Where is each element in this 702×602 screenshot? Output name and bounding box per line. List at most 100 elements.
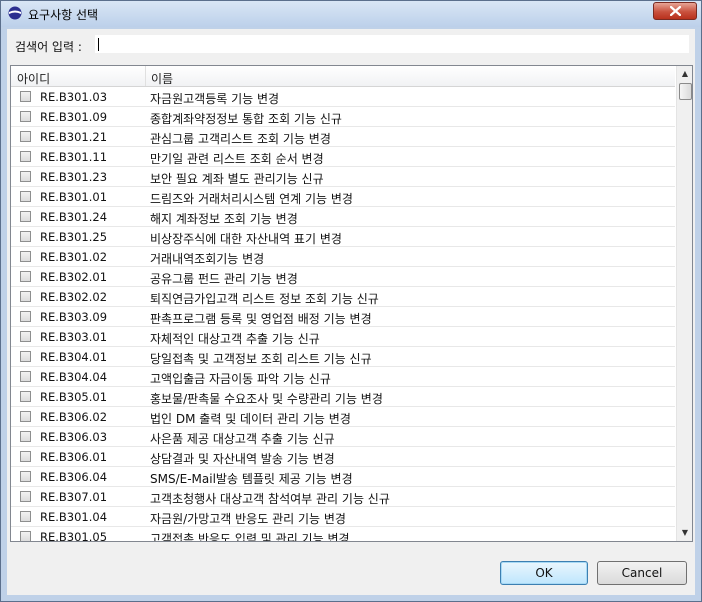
search-label: 검색어 입력 : <box>15 40 82 54</box>
row-checkbox[interactable] <box>20 491 31 502</box>
cell-id: RE.B301.25 <box>40 230 108 244</box>
cell-id: RE.B302.01 <box>40 270 108 284</box>
row-checkbox[interactable] <box>20 131 31 142</box>
cell-name: 종합계좌약정정보 통합 조회 기능 신규 <box>150 112 342 126</box>
cell-id: RE.B303.01 <box>40 330 108 344</box>
table-row[interactable]: RE.B304.01 당일접촉 및 고객정보 조회 리스트 기능 신규 <box>11 347 675 367</box>
cell-id: RE.B301.11 <box>40 150 108 164</box>
row-checkbox[interactable] <box>20 391 31 402</box>
requirements-table: 아이디 이름 RE.B301.03 자금원고객등록 기능 변경 RE.B301.09… <box>10 65 693 542</box>
row-checkbox[interactable] <box>20 431 31 442</box>
table-body: RE.B301.03 자금원고객등록 기능 변경 RE.B301.09 종합계좌약정정… <box>11 87 675 542</box>
cell-id: RE.B306.03 <box>40 430 108 444</box>
table-row[interactable]: RE.B303.01 자체적인 대상고객 추출 기능 신규 <box>11 327 675 347</box>
row-checkbox[interactable] <box>20 311 31 322</box>
table-row[interactable]: RE.B304.04 고액입출금 자금이동 파악 기능 신규 <box>11 367 675 387</box>
cell-name: 법인 DM 출력 및 데이터 관리 기능 변경 <box>150 412 351 426</box>
cell-id: RE.B306.01 <box>40 450 108 464</box>
row-checkbox[interactable] <box>20 111 31 122</box>
table-row[interactable]: RE.B301.09 종합계좌약정정보 통합 조회 기능 신규 <box>11 107 675 127</box>
cell-id: RE.B306.04 <box>40 470 108 484</box>
row-checkbox[interactable] <box>20 531 31 541</box>
cell-id: RE.B304.04 <box>40 370 108 384</box>
cell-id: RE.B307.01 <box>40 490 108 504</box>
cell-name: 상담결과 및 자산내역 발송 기능 변경 <box>150 452 335 466</box>
window-title: 요구사항 선택 <box>28 8 99 22</box>
row-checkbox[interactable] <box>20 231 31 242</box>
close-button[interactable] <box>653 2 697 20</box>
cell-id: RE.B302.02 <box>40 290 108 304</box>
row-checkbox[interactable] <box>20 151 31 162</box>
column-header-id[interactable]: 아이디 <box>17 70 50 87</box>
table-row[interactable]: RE.B301.11 만기일 관련 리스트 조회 순서 변경 <box>11 147 675 167</box>
cell-name: 비상장주식에 대한 자산내역 표기 변경 <box>150 232 342 246</box>
row-checkbox[interactable] <box>20 451 31 462</box>
arrow-up-icon[interactable]: ▲ <box>677 66 692 82</box>
row-checkbox[interactable] <box>20 291 31 302</box>
title-bar[interactable]: 요구사항 선택 <box>1 1 701 27</box>
table-row[interactable]: RE.B306.01 상담결과 및 자산내역 발송 기능 변경 <box>11 447 675 467</box>
table-row[interactable]: RE.B306.02 법인 DM 출력 및 데이터 관리 기능 변경 <box>11 407 675 427</box>
row-checkbox[interactable] <box>20 371 31 382</box>
row-checkbox[interactable] <box>20 471 31 482</box>
table-row[interactable]: RE.B302.01 공유그룹 펀드 관리 기능 변경 <box>11 267 675 287</box>
app-icon <box>8 6 22 20</box>
table-row[interactable]: RE.B301.01 드림즈와 거래처리시스템 연계 기능 변경 <box>11 187 675 207</box>
cell-id: RE.B301.02 <box>40 250 108 264</box>
row-checkbox[interactable] <box>20 251 31 262</box>
search-input[interactable] <box>95 35 689 53</box>
row-checkbox[interactable] <box>20 351 31 362</box>
scrollbar-thumb[interactable] <box>679 83 692 100</box>
cell-id: RE.B301.09 <box>40 110 108 124</box>
table-row[interactable]: RE.B301.05 고객접촉 반응도 입력 및 관리 기능 변경 <box>11 527 675 542</box>
table-row[interactable]: RE.B301.25 비상장주식에 대한 자산내역 표기 변경 <box>11 227 675 247</box>
row-checkbox[interactable] <box>20 511 31 522</box>
cell-name: 공유그룹 펀드 관리 기능 변경 <box>150 272 298 286</box>
table-row[interactable]: RE.B301.23 보안 필요 계좌 별도 관리기능 신규 <box>11 167 675 187</box>
cell-id: RE.B301.04 <box>40 510 108 524</box>
row-checkbox[interactable] <box>20 331 31 342</box>
cell-name: 자금원/가망고객 반응도 관리 기능 변경 <box>150 512 346 526</box>
cell-name: 거래내역조회기능 변경 <box>150 252 265 266</box>
table-row[interactable]: RE.B301.03 자금원고객등록 기능 변경 <box>11 87 675 107</box>
cell-name: 고액입출금 자금이동 파악 기능 신규 <box>150 372 331 386</box>
table-row[interactable]: RE.B306.03 사은품 제공 대상고객 추출 기능 신규 <box>11 427 675 447</box>
cell-id: RE.B301.03 <box>40 90 108 104</box>
table-row[interactable]: RE.B307.01 고객초청행사 대상고객 참석여부 관리 기능 신규 <box>11 487 675 507</box>
row-checkbox[interactable] <box>20 211 31 222</box>
cell-name: 홍보물/판촉물 수요조사 및 수량관리 기능 변경 <box>150 392 383 406</box>
ok-button[interactable]: OK <box>500 561 588 585</box>
table-row[interactable]: RE.B301.04 자금원/가망고객 반응도 관리 기능 변경 <box>11 507 675 527</box>
cell-id: RE.B301.05 <box>40 530 108 542</box>
cell-name: 만기일 관련 리스트 조회 순서 변경 <box>150 152 324 166</box>
row-checkbox[interactable] <box>20 411 31 422</box>
cell-name: 자금원고객등록 기능 변경 <box>150 92 280 106</box>
column-header-name[interactable]: 이름 <box>151 70 173 87</box>
cancel-button[interactable]: Cancel <box>597 561 687 585</box>
row-checkbox[interactable] <box>20 91 31 102</box>
cell-name: 드림즈와 거래처리시스템 연계 기능 변경 <box>150 192 353 206</box>
column-divider[interactable] <box>145 66 146 86</box>
row-checkbox[interactable] <box>20 171 31 182</box>
cell-name: 판촉프로그램 등록 및 영업점 배정 기능 변경 <box>150 312 372 326</box>
table-row[interactable]: RE.B305.01 홍보물/판촉물 수요조사 및 수량관리 기능 변경 <box>11 387 675 407</box>
table-row[interactable]: RE.B306.04 SMS/E-Mail발송 템플릿 제공 기능 변경 <box>11 467 675 487</box>
cell-name: SMS/E-Mail발송 템플릿 제공 기능 변경 <box>150 472 353 486</box>
row-checkbox[interactable] <box>20 271 31 282</box>
cell-id: RE.B303.09 <box>40 310 108 324</box>
cell-id: RE.B305.01 <box>40 390 108 404</box>
close-icon <box>670 6 681 16</box>
cell-name: 해지 계좌정보 조회 기능 변경 <box>150 212 298 226</box>
table-row[interactable]: RE.B302.02 퇴직연금가입고객 리스트 정보 조회 기능 신규 <box>11 287 675 307</box>
cell-id: RE.B301.24 <box>40 210 108 224</box>
row-checkbox[interactable] <box>20 191 31 202</box>
table-row[interactable]: RE.B301.02 거래내역조회기능 변경 <box>11 247 675 267</box>
table-row[interactable]: RE.B303.09 판촉프로그램 등록 및 영업점 배정 기능 변경 <box>11 307 675 327</box>
dialog-window: 요구사항 선택 검색어 입력 : 아이디 이름 RE.B301.03 자금원고객등… <box>0 0 702 602</box>
vertical-scrollbar[interactable]: ▲ ▼ <box>676 66 692 541</box>
table-row[interactable]: RE.B301.24 해지 계좌정보 조회 기능 변경 <box>11 207 675 227</box>
table-header: 아이디 이름 <box>11 66 675 87</box>
cell-name: 관심그룹 고객리스트 조회 기능 변경 <box>150 132 331 146</box>
table-row[interactable]: RE.B301.21 관심그룹 고객리스트 조회 기능 변경 <box>11 127 675 147</box>
arrow-down-icon[interactable]: ▼ <box>677 525 692 541</box>
